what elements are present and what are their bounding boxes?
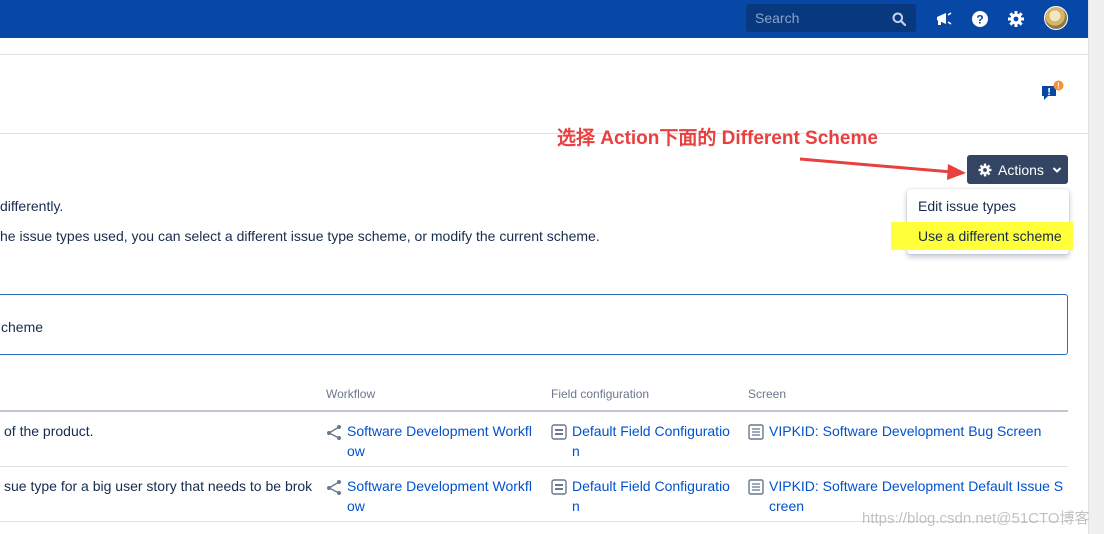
top-navigation-bar: ? <box>0 0 1088 38</box>
column-header-screen: Screen <box>748 387 787 401</box>
user-avatar[interactable] <box>1044 6 1068 30</box>
vertical-scrollbar[interactable] <box>1088 0 1104 534</box>
description-line-2: he issue types used, you can select a di… <box>0 228 600 244</box>
field-configuration-icon <box>551 424 567 440</box>
scheme-panel-text: cheme <box>1 319 44 335</box>
workflow-link[interactable]: Software Development Workfl ow <box>347 421 532 461</box>
header-divider <box>0 54 1088 55</box>
actions-dropdown-menu: Edit issue types Use a different scheme <box>891 189 1073 254</box>
search-box[interactable] <box>746 4 916 32</box>
annotation-label: 选择 Action下面的 Different Scheme <box>557 128 878 149</box>
watermark: https://blog.csdn.net@51CTO博客 <box>862 510 1090 527</box>
gear-icon <box>978 163 992 176</box>
column-header-workflow: Workflow <box>326 387 376 401</box>
issue-type-description: sue type for a big user story that needs… <box>4 478 313 494</box>
table-row-divider <box>0 466 1068 467</box>
announcement-icon[interactable] <box>934 9 954 29</box>
description-line-1: differently. <box>0 198 64 214</box>
screen-link[interactable]: VIPKID: Software Development Bug Screen <box>769 421 1041 441</box>
annotation-arrow <box>799 157 966 180</box>
actions-button[interactable]: Actions <box>967 155 1068 184</box>
workflow-icon <box>327 480 341 495</box>
chevron-down-icon <box>1052 166 1062 173</box>
field-configuration-icon <box>551 479 567 495</box>
issue-type-description: of the product. <box>4 423 94 439</box>
table-header-divider <box>0 410 1068 412</box>
help-icon[interactable]: ? <box>970 9 990 29</box>
screen-icon <box>748 479 764 495</box>
section-divider <box>0 133 1088 134</box>
scheme-panel: cheme <box>0 294 1068 355</box>
svg-text:!: ! <box>1057 82 1060 91</box>
workflow-link[interactable]: Software Development Workfl ow <box>347 476 532 516</box>
search-input[interactable] <box>746 4 895 32</box>
actions-button-label: Actions <box>998 161 1044 178</box>
svg-text:?: ? <box>976 13 983 27</box>
search-icon[interactable] <box>892 12 906 26</box>
menu-item-edit-issue-types[interactable]: Edit issue types <box>907 192 1069 220</box>
field-configuration-link[interactable]: Default Field Configuratio n <box>572 421 730 461</box>
column-header-field-configuration: Field configuration <box>551 387 650 401</box>
settings-icon[interactable] <box>1006 9 1026 29</box>
field-configuration-link[interactable]: Default Field Configuratio n <box>572 476 730 516</box>
workflow-icon <box>327 425 341 440</box>
feedback-icon[interactable]: ! <box>1040 80 1066 104</box>
screen-icon <box>748 424 764 440</box>
menu-item-use-different-scheme[interactable]: Use a different scheme <box>891 222 1073 250</box>
